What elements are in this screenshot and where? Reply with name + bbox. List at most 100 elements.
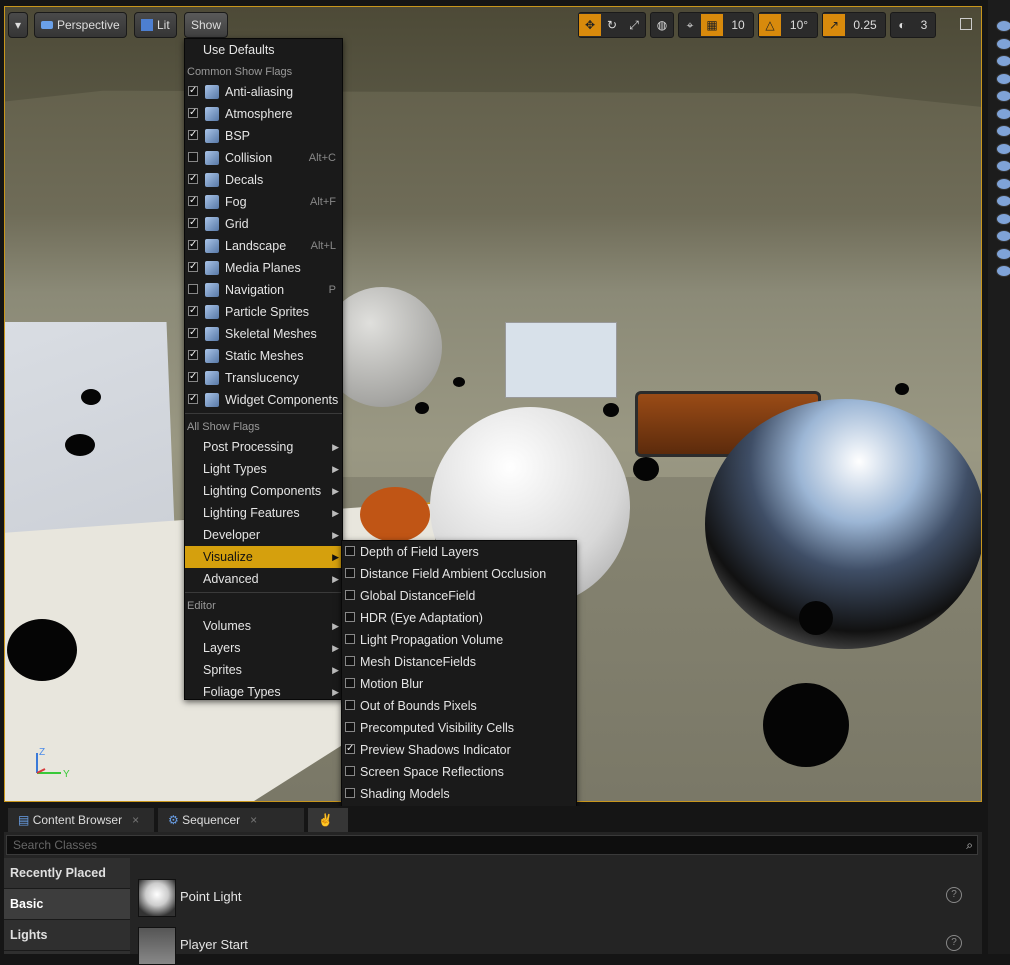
show-flag-item[interactable]: ✓ Landscape Alt+L xyxy=(185,235,342,257)
actor-item[interactable]: Point Light ? xyxy=(138,877,968,917)
visualize-item[interactable]: Shading Models xyxy=(342,783,576,805)
maximize-viewport-icon[interactable] xyxy=(960,18,972,30)
show-button[interactable]: Show xyxy=(184,12,229,38)
show-flag-item[interactable]: ✓ Grid xyxy=(185,213,342,235)
visualize-item[interactable]: Depth of Field Layers xyxy=(342,541,576,563)
rotate-snap-icon[interactable]: △ xyxy=(759,14,781,36)
visibility-eye-icon[interactable] xyxy=(996,90,1010,102)
submenu-item[interactable]: Post Processing ▶ xyxy=(185,436,342,458)
world-local-icon[interactable]: ◍ xyxy=(651,14,673,36)
search-classes-input[interactable]: Search Classes ⌕ xyxy=(6,835,978,855)
visibility-eye-icon[interactable] xyxy=(996,20,1010,32)
category-lights[interactable]: Lights xyxy=(4,920,130,951)
visualize-item[interactable]: Distance Field Ambient Occlusion xyxy=(342,563,576,585)
unchecked-checkbox-icon[interactable] xyxy=(345,590,355,600)
show-flag-item[interactable]: Navigation P xyxy=(185,279,342,301)
checked-checkbox-icon[interactable]: ✓ xyxy=(188,130,198,140)
submenu-item[interactable]: Foliage Types ▶ xyxy=(185,681,342,703)
tab-content-browser[interactable]: ▤ Content Browser × xyxy=(8,808,154,832)
visualize-item[interactable]: Precomputed Visibility Cells xyxy=(342,717,576,739)
unchecked-checkbox-icon[interactable] xyxy=(345,678,355,688)
actor-item[interactable]: Player Start ? xyxy=(138,925,968,965)
visibility-eye-icon[interactable] xyxy=(996,142,1010,155)
visibility-eye-icon[interactable] xyxy=(996,72,1010,85)
show-flag-item[interactable]: ✓ Translucency xyxy=(185,367,342,389)
visibility-eye-icon[interactable] xyxy=(996,55,1010,67)
unchecked-checkbox-icon[interactable] xyxy=(345,766,355,776)
unchecked-checkbox-icon[interactable] xyxy=(345,634,355,644)
camera-speed-icon[interactable]: ◐ xyxy=(891,14,913,36)
submenu-item[interactable]: Advanced ▶ xyxy=(185,568,342,590)
visibility-eye-icon[interactable] xyxy=(996,37,1010,50)
unchecked-checkbox-icon[interactable] xyxy=(345,656,355,666)
show-flag-item[interactable]: ✓ BSP xyxy=(185,125,342,147)
visualize-item[interactable]: Light Propagation Volume xyxy=(342,629,576,651)
visualize-item[interactable]: Motion Blur xyxy=(342,673,576,695)
checked-checkbox-icon[interactable]: ✓ xyxy=(188,240,198,250)
close-icon[interactable]: × xyxy=(132,813,139,827)
show-flag-item[interactable]: ✓ Static Meshes xyxy=(185,345,342,367)
unchecked-checkbox-icon[interactable] xyxy=(188,284,198,294)
checked-checkbox-icon[interactable]: ✓ xyxy=(188,174,198,184)
visibility-eye-icon[interactable] xyxy=(996,212,1010,225)
show-flag-item[interactable]: ✓ Anti-aliasing xyxy=(185,81,342,103)
visualize-item[interactable]: HDR (Eye Adaptation) xyxy=(342,607,576,629)
category-basic[interactable]: Basic xyxy=(4,889,130,920)
unchecked-checkbox-icon[interactable] xyxy=(345,722,355,732)
translate-icon[interactable]: ✥ xyxy=(579,14,601,36)
scale-snap-value[interactable]: 0.25 xyxy=(845,14,885,36)
rotate-icon[interactable]: ↻ xyxy=(601,14,623,36)
visibility-eye-icon[interactable] xyxy=(996,107,1010,120)
tab-sequencer[interactable]: ⚙ Sequencer × xyxy=(158,808,304,832)
checked-checkbox-icon[interactable]: ✓ xyxy=(188,328,198,338)
unchecked-checkbox-icon[interactable] xyxy=(345,788,355,798)
checked-checkbox-icon[interactable]: ✓ xyxy=(188,394,198,404)
show-flag-item[interactable]: Collision Alt+C xyxy=(185,147,342,169)
checked-checkbox-icon[interactable]: ✓ xyxy=(345,744,355,754)
unchecked-checkbox-icon[interactable] xyxy=(345,546,355,556)
show-flag-item[interactable]: ✓ Media Planes xyxy=(185,257,342,279)
submenu-item[interactable]: Visualize ▶ xyxy=(185,546,342,568)
checked-checkbox-icon[interactable]: ✓ xyxy=(188,350,198,360)
unchecked-checkbox-icon[interactable] xyxy=(345,568,355,578)
submenu-item[interactable]: Lighting Components ▶ xyxy=(185,480,342,502)
visibility-eye-icon[interactable] xyxy=(996,160,1010,172)
unchecked-checkbox-icon[interactable] xyxy=(345,700,355,710)
submenu-item[interactable]: Sprites ▶ xyxy=(185,659,342,681)
grid-snap-icon[interactable]: ▦ xyxy=(701,14,723,36)
use-defaults-item[interactable]: Use Defaults xyxy=(185,39,342,61)
visibility-eye-icon[interactable] xyxy=(996,230,1010,242)
tab-place-actors[interactable]: ✌ P xyxy=(308,808,348,851)
visualize-item[interactable]: Out of Bounds Pixels xyxy=(342,695,576,717)
close-icon[interactable]: × xyxy=(250,813,257,827)
category-recently-placed[interactable]: Recently Placed xyxy=(4,858,130,889)
checked-checkbox-icon[interactable]: ✓ xyxy=(188,196,198,206)
checked-checkbox-icon[interactable]: ✓ xyxy=(188,218,198,228)
show-flag-item[interactable]: ✓ Particle Sprites xyxy=(185,301,342,323)
visualize-item[interactable]: Mesh DistanceFields xyxy=(342,651,576,673)
show-flag-item[interactable]: ✓ Decals xyxy=(185,169,342,191)
unchecked-checkbox-icon[interactable] xyxy=(345,612,355,622)
visibility-eye-icon[interactable] xyxy=(996,125,1010,137)
show-flag-item[interactable]: ✓ Skeletal Meshes xyxy=(185,323,342,345)
scale-snap-icon[interactable]: ↗ xyxy=(823,14,845,36)
scale-icon[interactable]: ⤢ xyxy=(623,14,645,36)
submenu-item[interactable]: Layers ▶ xyxy=(185,637,342,659)
camera-speed-value[interactable]: 3 xyxy=(913,14,935,36)
visibility-eye-icon[interactable] xyxy=(996,177,1010,190)
perspective-button[interactable]: Perspective xyxy=(34,12,127,38)
visualize-item[interactable]: Global DistanceField xyxy=(342,585,576,607)
visualize-item[interactable]: ✓ Preview Shadows Indicator xyxy=(342,739,576,761)
submenu-item[interactable]: Developer ▶ xyxy=(185,524,342,546)
show-flag-item[interactable]: ✓ Widget Components xyxy=(185,389,342,411)
visibility-eye-icon[interactable] xyxy=(996,265,1010,277)
grid-snap-value[interactable]: 10 xyxy=(723,14,753,36)
visualize-item[interactable]: Screen Space Reflections xyxy=(342,761,576,783)
checked-checkbox-icon[interactable]: ✓ xyxy=(188,108,198,118)
help-icon[interactable]: ? xyxy=(946,935,962,951)
submenu-item[interactable]: Lighting Features ▶ xyxy=(185,502,342,524)
checked-checkbox-icon[interactable]: ✓ xyxy=(188,306,198,316)
unchecked-checkbox-icon[interactable] xyxy=(188,152,198,162)
view-mode-button[interactable]: Lit xyxy=(134,12,177,38)
checked-checkbox-icon[interactable]: ✓ xyxy=(188,262,198,272)
